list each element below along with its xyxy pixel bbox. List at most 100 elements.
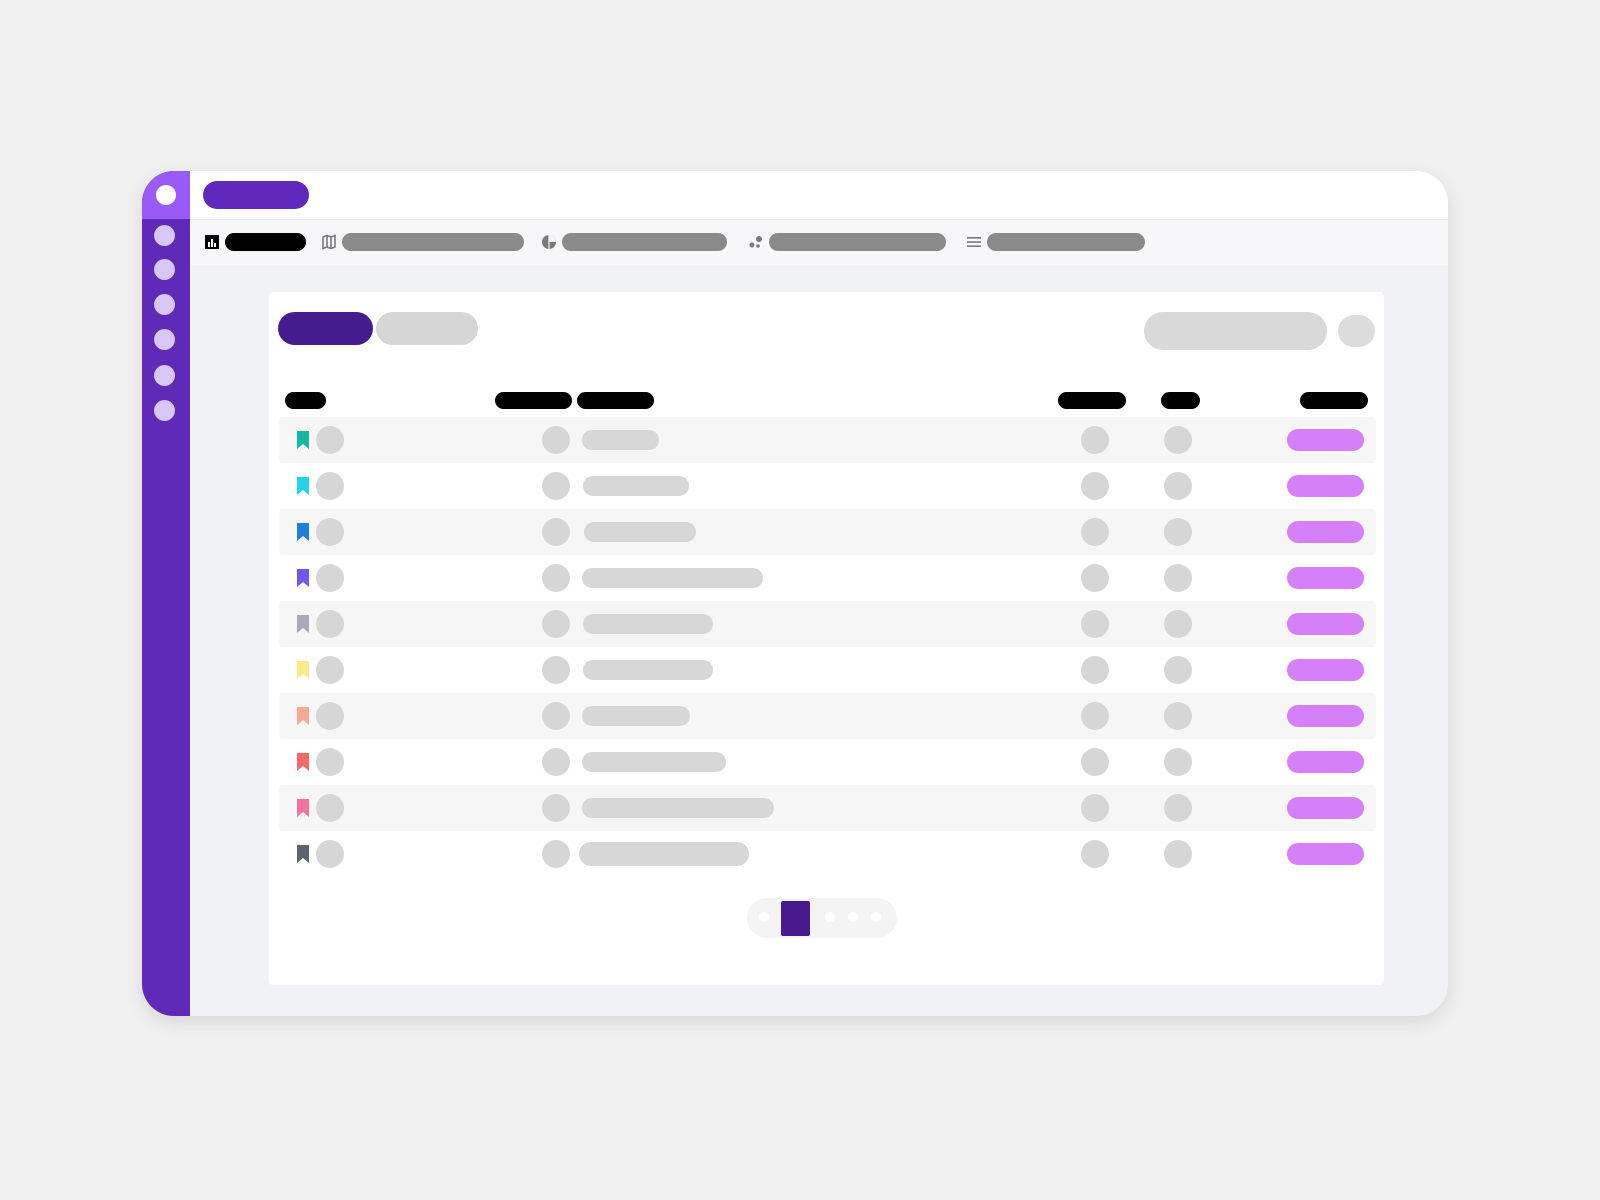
table-row[interactable] (279, 463, 1376, 509)
status-badge[interactable] (1287, 843, 1364, 865)
bookmark-shape (297, 661, 309, 679)
status-dot (1081, 518, 1109, 546)
table-row[interactable] (279, 417, 1376, 463)
status-dot (1081, 472, 1109, 500)
tab-map[interactable] (321, 232, 524, 252)
sidebar-logo[interactable] (142, 171, 190, 219)
bookmark-icon (297, 707, 309, 725)
avatar (542, 656, 570, 684)
prev-page-button[interactable] (759, 912, 769, 922)
sidebar-item-3[interactable] (154, 294, 175, 315)
app-header (190, 171, 1448, 219)
status-badge[interactable] (1287, 429, 1364, 451)
avatar (316, 426, 344, 454)
status-dot (1164, 426, 1192, 454)
page-button-active[interactable] (781, 901, 810, 936)
name-cell (579, 842, 749, 866)
status-dot (1164, 840, 1192, 868)
bookmark-icon (297, 477, 309, 495)
pagination (747, 898, 897, 938)
name-cell (583, 476, 689, 496)
bookmark-shape (297, 707, 309, 725)
status-badge[interactable] (1287, 751, 1364, 773)
bookmark-icon (297, 845, 309, 863)
avatar (542, 748, 570, 776)
bookmark-icon (297, 569, 309, 587)
view-tab-active[interactable] (278, 312, 373, 345)
avatar (316, 656, 344, 684)
page-button[interactable] (825, 912, 835, 922)
column-header-2[interactable] (495, 392, 572, 409)
scatter-icon (749, 236, 762, 248)
table-header (269, 392, 1384, 410)
status-dot (1081, 794, 1109, 822)
avatar (316, 472, 344, 500)
column-header-5[interactable] (1161, 392, 1200, 409)
status-dot (1164, 564, 1192, 592)
sidebar-item-5[interactable] (154, 365, 175, 386)
table-row[interactable] (279, 601, 1376, 647)
sidebar-item-1[interactable] (154, 225, 175, 246)
status-dot (1081, 702, 1109, 730)
status-dot (1081, 610, 1109, 638)
status-badge[interactable] (1287, 659, 1364, 681)
avatar (542, 610, 570, 638)
bookmark-shape (297, 799, 309, 817)
tab-list[interactable] (966, 232, 1145, 252)
tab-bar-chart[interactable] (204, 232, 306, 252)
tab-label (225, 233, 306, 251)
table-row[interactable] (279, 785, 1376, 831)
column-header-4[interactable] (1058, 392, 1126, 409)
bookmark-icon (297, 799, 309, 817)
tab-scatter[interactable] (748, 232, 946, 252)
table-row[interactable] (279, 831, 1376, 877)
status-badge[interactable] (1287, 705, 1364, 727)
avatar (542, 840, 570, 868)
sidebar-item-4[interactable] (154, 329, 175, 350)
filter-button[interactable] (1338, 315, 1375, 347)
name-cell (584, 522, 696, 542)
column-header-1[interactable] (285, 392, 326, 409)
status-badge[interactable] (1287, 567, 1364, 589)
next-page-button[interactable] (871, 912, 881, 922)
table-row[interactable] (279, 509, 1376, 555)
name-cell (583, 614, 713, 634)
avatar (316, 564, 344, 592)
status-badge[interactable] (1287, 613, 1364, 635)
bookmark-icon (297, 753, 309, 771)
page-button[interactable] (848, 912, 858, 922)
column-header-3[interactable] (577, 392, 654, 409)
status-badge[interactable] (1287, 521, 1364, 543)
table-row[interactable] (279, 693, 1376, 739)
bookmark-shape (297, 615, 309, 633)
bookmark-shape (297, 845, 309, 863)
bookmark-icon (297, 661, 309, 679)
sidebar (142, 171, 190, 1016)
status-badge[interactable] (1287, 475, 1364, 497)
bookmark-icon (297, 523, 309, 541)
table-row[interactable] (279, 555, 1376, 601)
avatar (542, 794, 570, 822)
avatar (316, 748, 344, 776)
avatar (316, 840, 344, 868)
sidebar-item-6[interactable] (154, 400, 175, 421)
bookmark-icon (297, 615, 309, 633)
avatar (316, 518, 344, 546)
status-badge[interactable] (1287, 797, 1364, 819)
bookmark-icon (297, 431, 309, 449)
sidebar-item-2[interactable] (154, 259, 175, 280)
status-dot (1081, 426, 1109, 454)
bar-chart-icon (205, 235, 219, 249)
table-row[interactable] (279, 647, 1376, 693)
status-dot (1164, 518, 1192, 546)
search-input[interactable] (1144, 312, 1327, 350)
status-dot (1164, 794, 1192, 822)
logo-icon (156, 185, 176, 205)
column-header-6[interactable] (1300, 392, 1368, 409)
tab-bar (190, 219, 1448, 265)
tab-pie-chart[interactable] (541, 232, 727, 252)
status-dot (1081, 656, 1109, 684)
table-row[interactable] (279, 739, 1376, 785)
view-tab-inactive[interactable] (376, 312, 478, 345)
app-window (142, 171, 1448, 1016)
